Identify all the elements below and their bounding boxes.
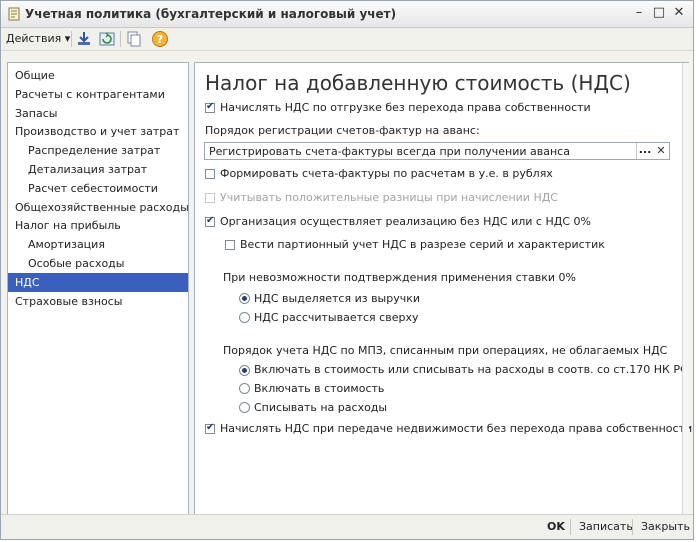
shipment-vat-label: Начислять НДС по отгрузке без перехода п… (220, 101, 591, 114)
title-bar: Учетная политика (бухгалтерский и налого… (1, 1, 693, 28)
mpz-option-label: Списывать на расходы (254, 401, 388, 414)
sidebar-item[interactable]: Налог на прибыль (8, 216, 188, 235)
vat-settings-panel: Налог на добавленную стоимость (НДС) Нач… (194, 62, 693, 518)
sidebar-item[interactable]: Расчеты с контрагентами (8, 85, 188, 104)
shipment-vat-checkbox[interactable] (205, 101, 215, 113)
close-button[interactable]: Закрыть (641, 520, 690, 533)
mpz-option-label: Включать в стоимость или списывать на ра… (254, 363, 690, 376)
sidebar-item[interactable]: НДС (8, 272, 188, 292)
mpz-option-radio[interactable] (239, 365, 250, 376)
positive-diff-label: Учитывать положительные разницы при начи… (220, 191, 558, 204)
policy-window: Учетная политика (бухгалтерский и налого… (0, 0, 694, 540)
rate-option-label: НДС рассчитывается сверху (254, 311, 419, 324)
dropdown-arrow-icon: ▾ (64, 32, 71, 45)
clear-icon[interactable]: ✕ (653, 143, 669, 159)
org-exempt-checkbox[interactable] (205, 215, 215, 227)
cu-invoice-checkbox[interactable] (205, 169, 215, 179)
maximize-icon[interactable]: □ (651, 5, 667, 20)
sidebar-item[interactable]: Общехозяйственные расходы (8, 198, 189, 217)
toolbar: Действия ▾ ? (1, 28, 693, 51)
cu-invoice-label: Формировать счета-фактуры по расчетам в … (220, 167, 553, 180)
sidebar-item[interactable]: Особые расходы (8, 254, 188, 273)
invoice-order-select[interactable]: Регистрировать счета-фактуры всегда при … (204, 142, 670, 160)
sidebar-item[interactable]: Производство и учет затрат (8, 122, 188, 141)
button-bar: OK Записать Закрыть (1, 514, 693, 539)
document-icon (8, 7, 20, 21)
copy-document-icon[interactable] (125, 30, 143, 48)
select-button[interactable]: ... (636, 143, 653, 159)
sidebar-item[interactable]: Страховые взносы (8, 292, 188, 311)
mpz-option-radio[interactable] (239, 402, 250, 413)
minimize-icon[interactable]: – (631, 5, 647, 20)
sidebar-item[interactable]: Распределение затрат (8, 141, 188, 160)
realty-vat-checkbox[interactable] (205, 422, 215, 434)
mpz-group-label: Порядок учета НДС по МПЗ, списанным при … (223, 344, 668, 357)
rate-group-label: При невозможности подтверждения применен… (223, 271, 577, 284)
sidebar-item[interactable]: Детализация затрат (8, 160, 188, 179)
window-title: Учетная политика (бухгалтерский и налого… (25, 7, 397, 21)
realty-vat-label: Начислять НДС при передаче недвижимости … (220, 422, 693, 435)
button-separator (570, 519, 571, 535)
toolbar-separator (71, 31, 72, 47)
positive-diff-checkbox[interactable] (205, 193, 215, 203)
help-icon[interactable]: ? (151, 30, 169, 48)
mpz-option-radio[interactable] (239, 383, 250, 394)
sidebar-item[interactable]: Расчет себестоимости (8, 179, 188, 198)
sidebar-item[interactable]: Общие (8, 66, 188, 85)
rate-option-label: НДС выделяется из выручки (254, 292, 421, 305)
refresh-icon[interactable] (98, 30, 116, 48)
mpz-option-label: Включать в стоимость (254, 382, 385, 395)
batch-accounting-checkbox[interactable] (225, 240, 235, 250)
button-separator (632, 519, 633, 535)
save-button[interactable]: Записать (579, 520, 633, 533)
rate-option-radio[interactable] (239, 312, 250, 323)
actions-menu-label: Действия (6, 32, 62, 45)
rate-option-radio[interactable] (239, 293, 250, 304)
svg-text:?: ? (157, 33, 163, 46)
sidebar-item[interactable]: Амортизация (8, 235, 188, 254)
ok-button[interactable]: OK (547, 520, 565, 533)
actions-menu[interactable]: Действия ▾ (6, 32, 70, 45)
toolbar-separator (120, 31, 121, 47)
invoice-order-label: Порядок регистрации счетов-фактур на ава… (205, 124, 480, 137)
org-exempt-label: Организация осуществляет реализацию без … (220, 215, 591, 228)
page-title: Налог на добавленную стоимость (НДС) (205, 71, 631, 95)
batch-accounting-label: Вести партионный учет НДС в разрезе сери… (240, 238, 605, 251)
sidebar-item[interactable]: Запасы (8, 104, 188, 123)
close-icon[interactable]: ✕ (671, 5, 687, 20)
invoice-order-value: Регистрировать счета-фактуры всегда при … (209, 145, 570, 158)
vertical-scrollbar[interactable] (682, 63, 689, 515)
save-and-close-icon[interactable] (75, 30, 93, 48)
section-list: Общие Расчеты с контрагентами Запасы Произв… (7, 62, 189, 518)
